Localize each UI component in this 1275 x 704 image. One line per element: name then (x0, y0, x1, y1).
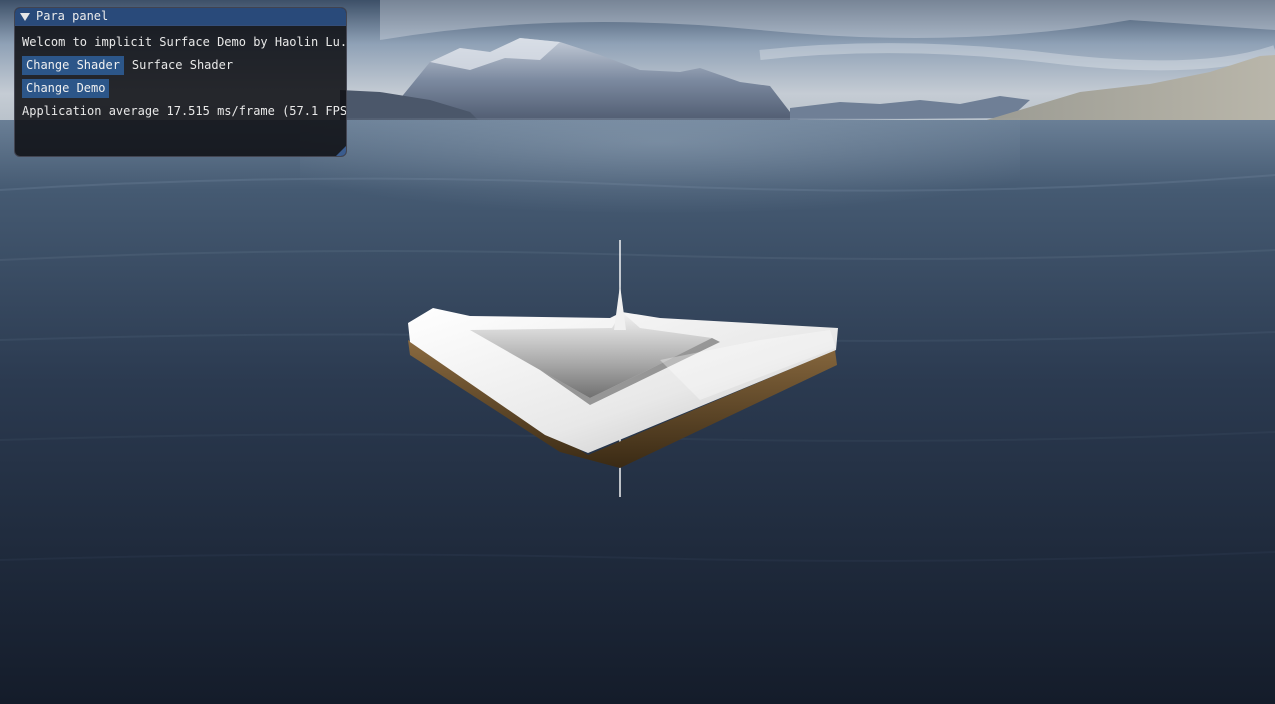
panel-title: Para panel (36, 9, 109, 23)
welcome-text: Welcom to implicit Surface Demo by Haoli… (22, 35, 347, 49)
fps-row: Application average 17.515 ms/frame (57.… (22, 101, 346, 121)
panel-title-bar[interactable]: Para panel (15, 8, 346, 26)
para-panel[interactable]: Para panel Welcom to implicit Surface De… (14, 7, 347, 157)
triangle-down-icon[interactable] (20, 12, 30, 21)
welcome-row: Welcom to implicit Surface Demo by Haoli… (22, 32, 346, 52)
change-demo-button[interactable]: Change Demo (22, 78, 110, 98)
panel-body: Welcom to implicit Surface Demo by Haoli… (15, 26, 346, 121)
render-viewport[interactable]: Para panel Welcom to implicit Surface De… (0, 0, 1275, 704)
fps-readout: Application average 17.515 ms/frame (57.… (22, 104, 347, 118)
change-shader-button[interactable]: Change Shader (22, 55, 124, 75)
demo-row: Change Demo (22, 78, 339, 98)
resize-grip-icon[interactable] (336, 146, 346, 156)
shader-row: Change Shader Surface Shader (22, 55, 339, 75)
current-shader-label: Surface Shader (131, 58, 234, 72)
